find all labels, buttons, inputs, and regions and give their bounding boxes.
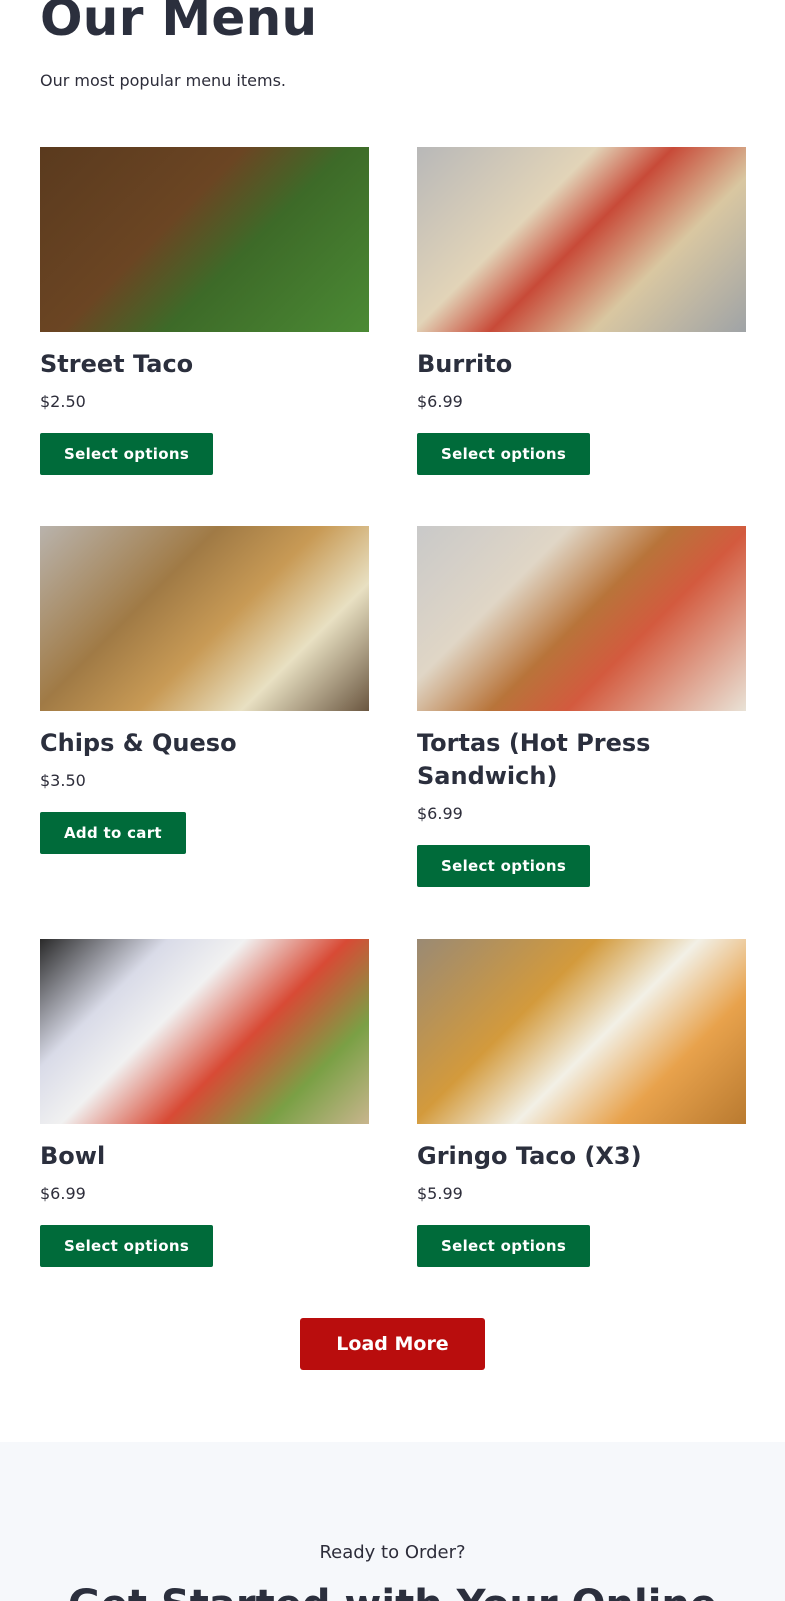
gringo-taco-image[interactable] bbox=[417, 939, 746, 1124]
chips-queso-image[interactable] bbox=[40, 526, 369, 711]
select-options-button[interactable]: Select options bbox=[417, 433, 591, 475]
order-cta-section: Ready to Order? Get Started with Your On… bbox=[0, 1442, 785, 1601]
product-name[interactable]: Chips & Queso bbox=[40, 727, 369, 760]
select-options-button[interactable]: Select options bbox=[40, 433, 214, 475]
load-more-button[interactable]: Load More bbox=[300, 1318, 485, 1370]
cta-heading: Get Started with Your Online bbox=[0, 1582, 785, 1601]
product-price: $6.99 bbox=[417, 392, 463, 411]
product-name[interactable]: Gringo Taco (X3) bbox=[417, 1140, 746, 1173]
torta-image[interactable] bbox=[417, 526, 746, 711]
page-subtitle: Our most popular menu items. bbox=[40, 71, 286, 90]
product-card-gringo-taco: Gringo Taco (X3) $5.99 Select options bbox=[417, 939, 746, 1267]
product-card-burrito: Burrito $6.99 Select options bbox=[417, 147, 746, 475]
page-title: Our Menu bbox=[40, 0, 318, 47]
product-name[interactable]: Street Taco bbox=[40, 348, 369, 381]
burrito-image[interactable] bbox=[417, 147, 746, 332]
product-card-tortas: Tortas (Hot Press Sandwich) $6.99 Select… bbox=[417, 526, 746, 887]
select-options-button[interactable]: Select options bbox=[417, 1225, 591, 1267]
street-taco-image[interactable] bbox=[40, 147, 369, 332]
product-price: $6.99 bbox=[40, 1184, 86, 1203]
menu-page: Our Menu Our most popular menu items. St… bbox=[0, 0, 785, 1601]
product-price: $3.50 bbox=[40, 771, 86, 790]
product-name[interactable]: Bowl bbox=[40, 1140, 369, 1173]
cta-eyebrow: Ready to Order? bbox=[319, 1542, 466, 1563]
select-options-button[interactable]: Select options bbox=[417, 845, 591, 887]
product-card-bowl: Bowl $6.99 Select options bbox=[40, 939, 369, 1267]
product-price: $2.50 bbox=[40, 392, 86, 411]
select-options-button[interactable]: Select options bbox=[40, 1225, 214, 1267]
product-name[interactable]: Tortas (Hot Press Sandwich) bbox=[417, 727, 746, 793]
bowl-image[interactable] bbox=[40, 939, 369, 1124]
product-card-chips-queso: Chips & Queso $3.50 Add to cart bbox=[40, 526, 369, 854]
product-price: $5.99 bbox=[417, 1184, 463, 1203]
product-name[interactable]: Burrito bbox=[417, 348, 746, 381]
product-price: $6.99 bbox=[417, 804, 463, 823]
add-to-cart-button[interactable]: Add to cart bbox=[40, 812, 186, 854]
product-card-street-taco: Street Taco $2.50 Select options bbox=[40, 147, 369, 475]
